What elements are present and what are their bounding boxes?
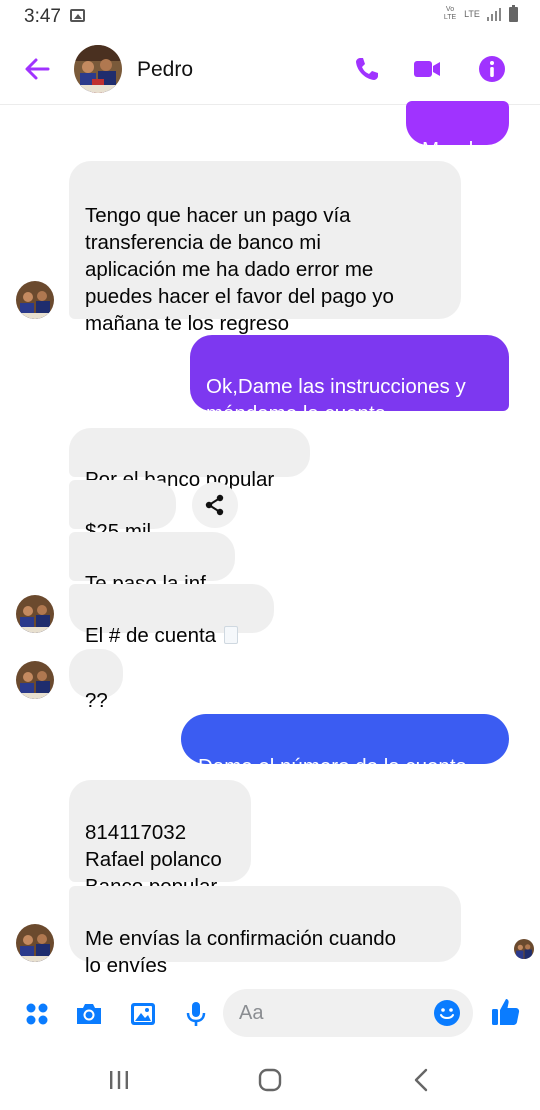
apps-icon[interactable]: [22, 999, 52, 1029]
message-text: Me envías la confirmación cuando lo enví…: [85, 927, 397, 977]
thumbs-up-icon[interactable]: [490, 996, 522, 1028]
sender-avatar[interactable]: [16, 924, 54, 962]
sender-avatar[interactable]: [16, 281, 54, 319]
chat-header: Pedro: [0, 34, 540, 105]
info-icon[interactable]: [477, 54, 507, 84]
gallery-notification-icon: [70, 9, 85, 22]
receipt-emoji-icon: [224, 625, 239, 644]
back-arrow-icon[interactable]: [22, 54, 52, 84]
message-text: Mande: [422, 138, 485, 161]
status-bar: 3:47 Vo LTE LTE: [0, 0, 540, 34]
system-navigation-bar: [0, 1050, 540, 1110]
message-text: Ok,Dame las instrucciones y mándame la c…: [206, 375, 466, 425]
share-button[interactable]: [192, 482, 238, 528]
message-input-placeholder: Aa: [239, 1002, 264, 1024]
sender-avatar[interactable]: [16, 661, 54, 699]
incoming-message[interactable]: El # de cuenta: [69, 584, 274, 647]
message-text: El # de cuenta: [85, 624, 217, 647]
microphone-icon[interactable]: [181, 999, 211, 1029]
phone-icon[interactable]: [352, 54, 382, 84]
incoming-message[interactable]: ??: [69, 649, 123, 712]
share-icon: [205, 494, 224, 516]
incoming-message[interactable]: 814117032 Rafael polanco Banco popular: [69, 780, 251, 898]
volte-indicator: Vo LTE: [443, 6, 457, 22]
message-text: ??: [85, 689, 108, 712]
status-indicators: Vo LTE LTE: [443, 4, 518, 22]
battery-icon: [509, 4, 518, 22]
incoming-message[interactable]: $25 mil: [69, 480, 176, 543]
read-receipt-avatar: [514, 939, 534, 959]
contact-name[interactable]: Pedro: [137, 58, 193, 82]
incoming-message[interactable]: Tengo que hacer un pago vía transferenci…: [69, 161, 461, 335]
volte-label: Vo LTE: [443, 6, 457, 21]
recent-apps-icon[interactable]: [103, 1064, 135, 1096]
sender-avatar[interactable]: [16, 595, 54, 633]
signal-icon: [487, 7, 503, 21]
lte-indicator: LTE: [463, 8, 481, 19]
camera-icon[interactable]: [74, 999, 104, 1029]
nav-back-icon[interactable]: [406, 1064, 438, 1096]
outgoing-message[interactable]: Ok,Dame las instrucciones y mándame la c…: [190, 335, 509, 425]
video-icon[interactable]: [412, 54, 442, 84]
message-composer: Aa: [0, 985, 540, 1043]
emoji-icon[interactable]: [433, 999, 461, 1027]
message-input[interactable]: Aa: [223, 989, 473, 1037]
home-icon[interactable]: [254, 1064, 286, 1096]
message-text: Dame el número de la cuenta: [198, 755, 467, 778]
gallery-icon[interactable]: [128, 999, 158, 1029]
incoming-message[interactable]: Te paso la inf: [69, 532, 235, 595]
outgoing-message[interactable]: Mande: [406, 101, 509, 161]
status-time: 3:47: [24, 6, 61, 27]
message-text: Tengo que hacer un pago vía transferenci…: [85, 204, 394, 335]
outgoing-message[interactable]: Dame el número de la cuenta: [181, 714, 509, 778]
contact-avatar[interactable]: [74, 45, 122, 93]
incoming-message[interactable]: Por el banco popular: [69, 428, 310, 491]
lte-label: LTE: [464, 8, 480, 19]
incoming-message[interactable]: Me envías la confirmación cuando lo enví…: [69, 886, 461, 977]
